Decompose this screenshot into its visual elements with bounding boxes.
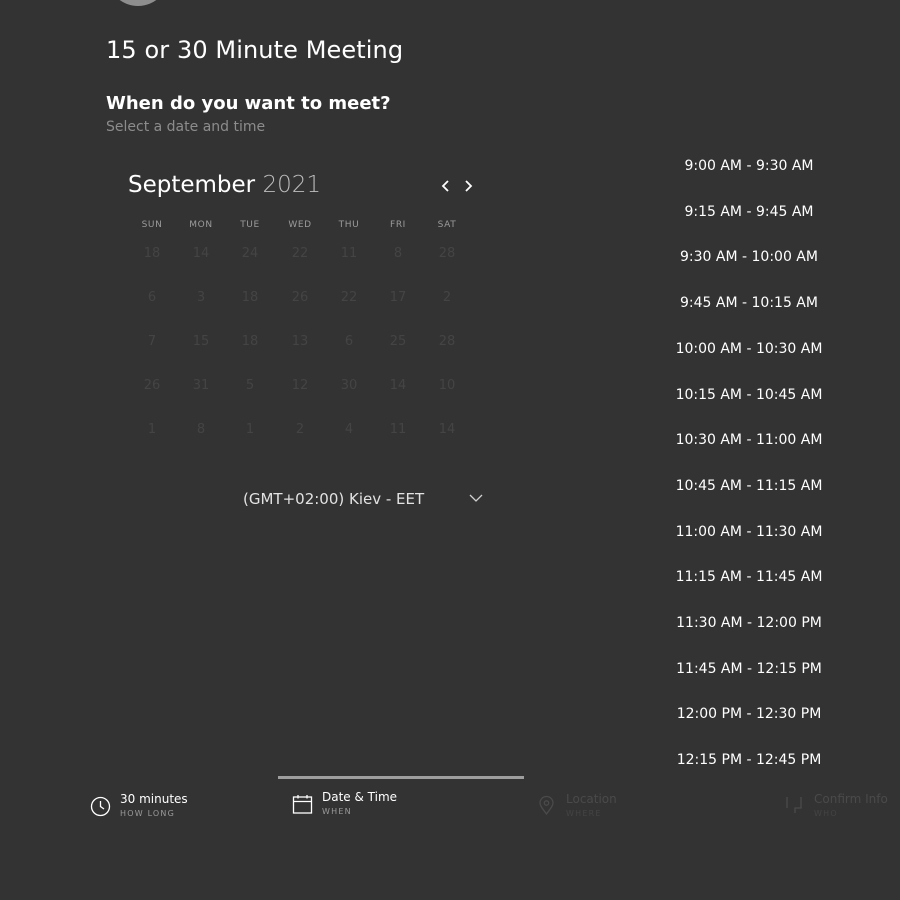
time-slot-button[interactable]: 11:45 AM - 12:15 PM (640, 654, 858, 684)
weekday-wed: WED (288, 220, 312, 230)
calendar-day: 7 (147, 334, 157, 349)
time-slot-button[interactable]: 10:30 AM - 11:00 AM (640, 425, 858, 455)
calendar-day: 26 (291, 290, 309, 305)
time-slot-button[interactable]: 12:00 PM - 12:30 PM (640, 699, 858, 729)
calendar-day: 15 (192, 334, 210, 349)
calendar-day: 8 (196, 422, 206, 437)
calendar-day: 28 (438, 246, 456, 261)
calendar-day: 6 (147, 290, 157, 305)
time-slot-button[interactable]: 10:00 AM - 10:30 AM (640, 334, 858, 364)
weekday-sat: SAT (437, 220, 457, 230)
calendar-day: 6 (344, 334, 354, 349)
previous-month-button[interactable] (437, 176, 455, 196)
calendar-day: 30 (340, 378, 358, 393)
time-slot-button[interactable]: 9:15 AM - 9:45 AM (640, 197, 858, 227)
meeting-title: 15 or 30 Minute Meeting (106, 36, 404, 64)
calendar-day: 14 (389, 378, 407, 393)
scheduler-page: 15 or 30 Minute Meeting When do you want… (0, 0, 900, 900)
chevron-left-icon (441, 180, 449, 192)
calendar-day: 22 (291, 246, 309, 261)
step-subtitle: WHERE (566, 809, 602, 818)
calendar-day: 1 (147, 422, 157, 437)
calendar-month-year: September 2021 (128, 172, 321, 198)
weekday-fri: FRI (390, 220, 406, 230)
location-pin-icon (539, 795, 554, 816)
time-slot-button[interactable]: 12:15 PM - 12:45 PM (640, 745, 858, 775)
calendar-month: September (128, 172, 256, 198)
next-month-button[interactable] (459, 176, 477, 196)
section-subheading: Select a date and time (106, 119, 266, 135)
time-slot-button[interactable]: 11:15 AM - 11:45 AM (640, 562, 858, 592)
step-subtitle: WHO (814, 809, 838, 818)
calendar-day: 14 (438, 422, 456, 437)
chevron-right-icon (465, 180, 473, 192)
calendar-day: 18 (241, 334, 259, 349)
weekday-mon: MON (189, 220, 213, 230)
calendar-day: 25 (389, 334, 407, 349)
section-heading: When do you want to meet? (106, 93, 391, 114)
chevron-down-icon (469, 494, 483, 502)
calendar-day: 22 (340, 290, 358, 305)
calendar-day: 12 (291, 378, 309, 393)
calendar-day: 2 (442, 290, 452, 305)
time-slot-button[interactable]: 9:45 AM - 10:15 AM (640, 288, 858, 318)
host-avatar (107, 0, 169, 6)
calendar-day: 28 (438, 334, 456, 349)
calendar-day: 2 (295, 422, 305, 437)
weekday-tue: TUE (240, 220, 260, 230)
weekday-sun: SUN (141, 220, 163, 230)
calendar-day: 31 (192, 378, 210, 393)
step-title: 30 minutes (120, 792, 188, 806)
step-title: Date & Time (322, 790, 398, 804)
calendar-day: 17 (389, 290, 407, 305)
time-slot-button[interactable]: 9:30 AM - 10:00 AM (640, 242, 858, 272)
calendar-year: 2021 (262, 172, 321, 198)
timezone-select[interactable]: (GMT+02:00) Kiev - EET (236, 485, 491, 515)
weekday-thu: THU (338, 220, 360, 230)
time-slot-button[interactable]: 9:00 AM - 9:30 AM (640, 151, 858, 181)
confirm-info-icon (786, 797, 802, 813)
calendar-day: 13 (291, 334, 309, 349)
active-step-indicator (278, 776, 524, 779)
calendar-day: 24 (241, 246, 259, 261)
calendar-day: 18 (241, 290, 259, 305)
timezone-value: (GMT+02:00) Kiev - EET (243, 490, 425, 508)
calendar-day: 26 (143, 378, 161, 393)
calendar-day: 4 (344, 422, 354, 437)
time-slot-button[interactable]: 10:15 AM - 10:45 AM (640, 380, 858, 410)
calendar-icon (292, 795, 313, 814)
time-slot-button[interactable]: 10:45 AM - 11:15 AM (640, 471, 858, 501)
calendar-day: 3 (196, 290, 206, 305)
clock-icon (90, 796, 111, 817)
calendar-day: 8 (393, 246, 403, 261)
step-title: Location (566, 792, 617, 806)
step-subtitle: WHEN (322, 807, 352, 816)
calendar-day: 5 (245, 378, 255, 393)
calendar-day: 18 (143, 246, 161, 261)
step-title: Confirm Info (814, 792, 888, 806)
time-slot-button[interactable]: 11:30 AM - 12:00 PM (640, 608, 858, 638)
calendar-day: 10 (438, 378, 456, 393)
calendar-day: 11 (389, 422, 407, 437)
calendar-day: 11 (340, 246, 358, 261)
calendar-day: 14 (192, 246, 210, 261)
time-slot-button[interactable]: 11:00 AM - 11:30 AM (640, 517, 858, 547)
step-subtitle: HOW LONG (120, 809, 176, 818)
calendar-day: 1 (245, 422, 255, 437)
